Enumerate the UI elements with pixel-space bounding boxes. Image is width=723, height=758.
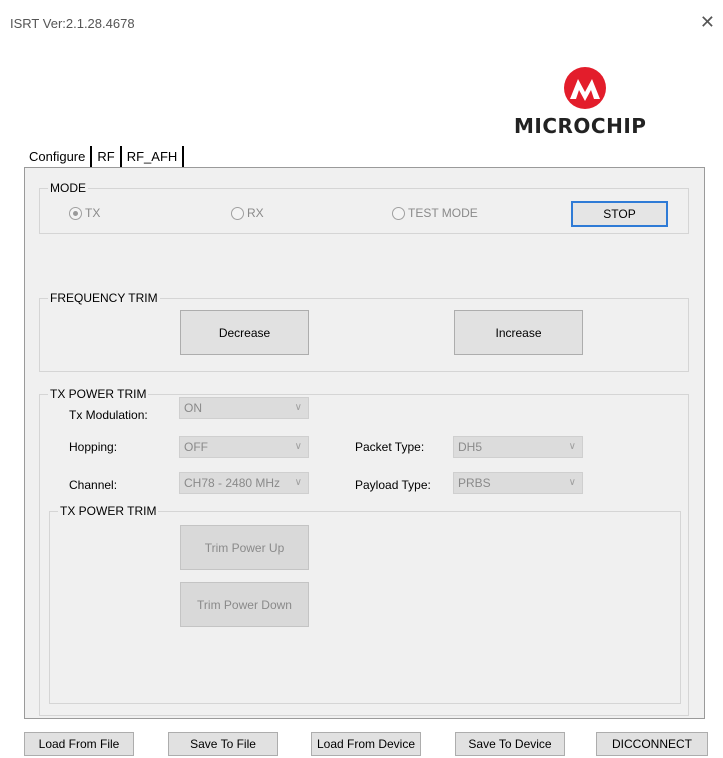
decrease-button[interactable]: Decrease [180, 310, 309, 355]
chevron-down-icon: ∨ [294, 477, 302, 488]
hopping-label: Hopping: [69, 440, 118, 454]
chevron-down-icon: ∨ [294, 441, 302, 452]
combo-value: OFF [184, 440, 208, 454]
combo-value: ON [184, 401, 202, 415]
mode-group-label: MODE [48, 181, 88, 195]
close-icon[interactable]: ✕ [700, 12, 715, 33]
radio-indicator [69, 206, 82, 220]
chevron-down-icon: ∨ [294, 402, 302, 413]
tx-power-trim-inner-label: TX POWER TRIM [58, 504, 159, 518]
radio-indicator [392, 206, 405, 220]
tx-modulation-label: Tx Modulation: [69, 408, 148, 422]
save-to-file-button[interactable]: Save To File [168, 732, 278, 756]
stop-button[interactable]: STOP [571, 201, 668, 227]
chevron-down-icon: ∨ [568, 441, 576, 452]
window-title: ISRT Ver:2.1.28.4678 [10, 16, 135, 31]
channel-select[interactable]: CH78 - 2480 MHz ∨ [179, 472, 309, 494]
increase-button[interactable]: Increase [454, 310, 583, 355]
chevron-down-icon: ∨ [568, 477, 576, 488]
packet-type-select[interactable]: DH5 ∨ [453, 436, 583, 458]
frequency-trim-label: FREQUENCY TRIM [48, 291, 160, 305]
radio-label: TX [85, 206, 101, 220]
trim-power-down-button[interactable]: Trim Power Down [180, 582, 309, 627]
microchip-logo-icon [564, 67, 606, 109]
brand-logo-text: MICROCHIP [514, 114, 647, 138]
radio-label: TEST MODE [408, 206, 478, 220]
tab-configure[interactable]: Configure [24, 146, 93, 168]
frequency-trim-group: FREQUENCY TRIM [39, 291, 689, 372]
load-from-file-button[interactable]: Load From File [24, 732, 134, 756]
mode-radio-rx[interactable]: RX [231, 206, 264, 220]
radio-label: RX [247, 206, 264, 220]
channel-label: Channel: [69, 478, 118, 492]
tx-power-trim-inner-group: TX POWER TRIM [49, 504, 681, 704]
disconnect-button[interactable]: DICCONNECT [596, 732, 708, 756]
configure-tab-panel: MODE TX RX TEST MODE STOP FREQUENCY TRIM… [24, 167, 705, 719]
combo-value: DH5 [458, 440, 483, 454]
tx-modulation-select[interactable]: ON ∨ [179, 397, 309, 419]
trim-power-up-button[interactable]: Trim Power Up [180, 525, 309, 570]
mode-radio-tx[interactable]: TX [69, 206, 100, 220]
combo-value: PRBS [458, 476, 491, 490]
payload-type-label: Payload Type: [355, 478, 431, 492]
radio-indicator [231, 206, 244, 220]
mode-radio-test[interactable]: TEST MODE [392, 206, 478, 220]
payload-type-select[interactable]: PRBS ∨ [453, 472, 583, 494]
save-to-device-button[interactable]: Save To Device [455, 732, 565, 756]
hopping-select[interactable]: OFF ∨ [179, 436, 309, 458]
load-from-device-button[interactable]: Load From Device [311, 732, 421, 756]
packet-type-label: Packet Type: [355, 440, 425, 454]
tab-rf-afh[interactable]: RF_AFH [122, 146, 185, 168]
tab-rf[interactable]: RF [92, 146, 122, 168]
combo-value: CH78 - 2480 MHz [184, 476, 281, 490]
tx-power-trim-label: TX POWER TRIM [48, 387, 149, 401]
